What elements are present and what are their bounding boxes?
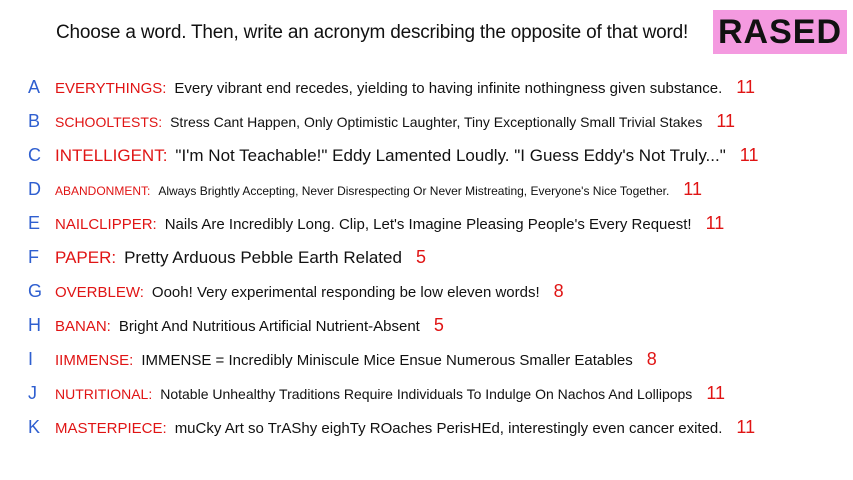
entry-acronym: Every vibrant end recedes, yielding to h… [174, 79, 723, 97]
entry-acronym: Bright And Nutritious Artificial Nutrien… [118, 317, 420, 335]
entry-content: MASTERPIECE: muCky Art so TrAShy eighTy … [55, 417, 755, 438]
entry-word: SCHOOLTESTS: [55, 113, 163, 130]
entry-count: 8 [553, 280, 564, 301]
entry-count: 11 [705, 212, 725, 233]
entry-word: IIMMENSE: [55, 351, 134, 369]
entry-word: PAPER: [55, 247, 117, 267]
entry-acronym: Always Brightly Accepting, Never Disresp… [158, 183, 670, 198]
entry-content: NUTRITIONAL: Notable Unhealthy Tradition… [55, 383, 725, 404]
entry-acronym: Stress Cant Happen, Only Optimistic Laug… [170, 113, 703, 130]
entry-count: 11 [736, 76, 755, 97]
entry-letter: C [28, 144, 41, 165]
entry-word: BANAN: [55, 317, 111, 335]
entry-content: IIMMENSE: IMMENSE = Incredibly Miniscule… [55, 349, 657, 370]
entry-content: EVERYTHINGS: Every vibrant end recedes, … [55, 77, 755, 98]
entry-letter: G [28, 280, 43, 301]
entry-acronym: Nails Are Incredibly Long. Clip, Let's I… [164, 215, 692, 233]
entry-letter: J [28, 382, 37, 403]
badge-label: RASED [713, 10, 847, 54]
entry-content: OVERBLEW: Oooh! Very experimental respon… [55, 281, 564, 302]
entry-letter: I [28, 348, 34, 369]
entry-letter: E [28, 212, 41, 233]
entry-acronym: Oooh! Very experimental responding be lo… [151, 283, 540, 301]
entry-count: 11 [706, 382, 725, 403]
entry-content: ABANDONMENT: Always Brightly Accepting, … [55, 179, 702, 200]
entry-word: EVERYTHINGS: [55, 79, 167, 97]
entry-count: 11 [739, 144, 759, 165]
entry-content: PAPER: Pretty Arduous Pebble Earth Relat… [55, 247, 426, 268]
entry-acronym: "I'm Not Teachable!" Eddy Lamented Loudl… [175, 145, 726, 165]
entry-acronym: Pretty Arduous Pebble Earth Related [124, 247, 402, 267]
entry-acronym: Notable Unhealthy Traditions Require Ind… [160, 385, 693, 402]
entry-letter: F [28, 246, 39, 267]
entry-word: NAILCLIPPER: [55, 215, 157, 233]
entry-letter: H [28, 314, 41, 335]
entry-count: 5 [415, 246, 426, 267]
entry-content: INTELLIGENT: "I'm Not Teachable!" Eddy L… [55, 145, 758, 166]
entry-word: OVERBLEW: [55, 283, 144, 301]
entry-word: MASTERPIECE: [55, 419, 167, 437]
entry-content: NAILCLIPPER: Nails Are Incredibly Long. … [55, 213, 724, 234]
entry-count: 11 [683, 178, 702, 199]
entry-count: 8 [646, 348, 657, 369]
entry-count: 5 [433, 314, 444, 335]
entry-letter: D [28, 178, 41, 199]
entry-content: BANAN: Bright And Nutritious Artificial … [55, 315, 444, 336]
entry-word: ABANDONMENT: [55, 183, 151, 198]
entry-letter: K [28, 416, 41, 437]
prompt-text: Choose a word. Then, write an acronym de… [56, 22, 689, 43]
entry-letter: B [28, 110, 41, 131]
entry-content: SCHOOLTESTS: Stress Cant Happen, Only Op… [55, 111, 735, 132]
entry-acronym: muCky Art so TrAShy eighTy ROaches Peris… [174, 419, 723, 437]
entry-acronym: IMMENSE = Incredibly Miniscule Mice Ensu… [141, 351, 633, 369]
entry-count: 11 [736, 416, 756, 437]
entry-word: INTELLIGENT: [55, 145, 168, 165]
entry-count: 11 [716, 110, 736, 131]
entry-word: NUTRITIONAL: [55, 385, 153, 402]
entry-letter: A [28, 76, 41, 97]
